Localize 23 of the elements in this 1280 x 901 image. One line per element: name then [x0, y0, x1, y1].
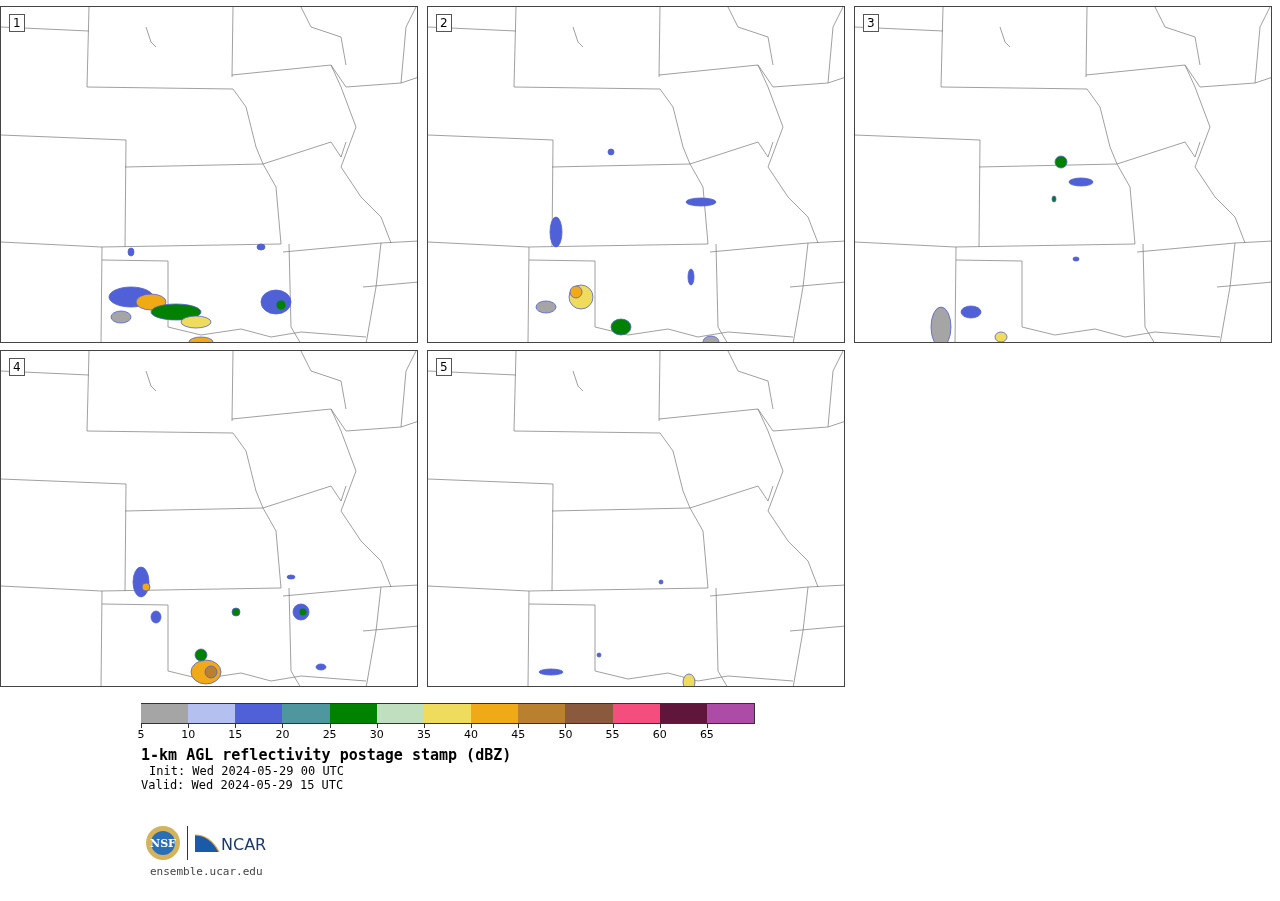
panel-number: 4 — [9, 358, 25, 376]
panel-number: 2 — [436, 14, 452, 32]
tick-label: 35 — [416, 729, 431, 741]
tick-label: 65 — [699, 729, 714, 741]
tick-label: 40 — [464, 729, 479, 741]
tick-label: 5 — [137, 729, 145, 741]
website-url: ensemble.ucar.edu — [150, 865, 263, 878]
init-time: Init: Wed 2024-05-29 00 UTC — [149, 764, 345, 778]
tick-label: 15 — [228, 729, 243, 741]
panel-number: 1 — [9, 14, 25, 32]
tick-label: 45 — [511, 729, 526, 741]
panel-number: 3 — [863, 14, 879, 32]
valid-time: Valid: Wed 2024-05-29 15 UTC — [141, 778, 344, 792]
panel-number: 5 — [436, 358, 452, 376]
tick-label: 30 — [369, 729, 384, 741]
tick-label: 50 — [558, 729, 573, 741]
tick-label: 25 — [322, 729, 337, 741]
chart-title: 1-km AGL reflectivity postage stamp (dBZ) — [141, 746, 512, 764]
ncar-logo: NCAR — [194, 833, 267, 853]
tick-label: 10 — [181, 729, 196, 741]
tick-label: 20 — [275, 729, 290, 741]
tick-label: 60 — [652, 729, 667, 741]
tick-label: 55 — [605, 729, 620, 741]
